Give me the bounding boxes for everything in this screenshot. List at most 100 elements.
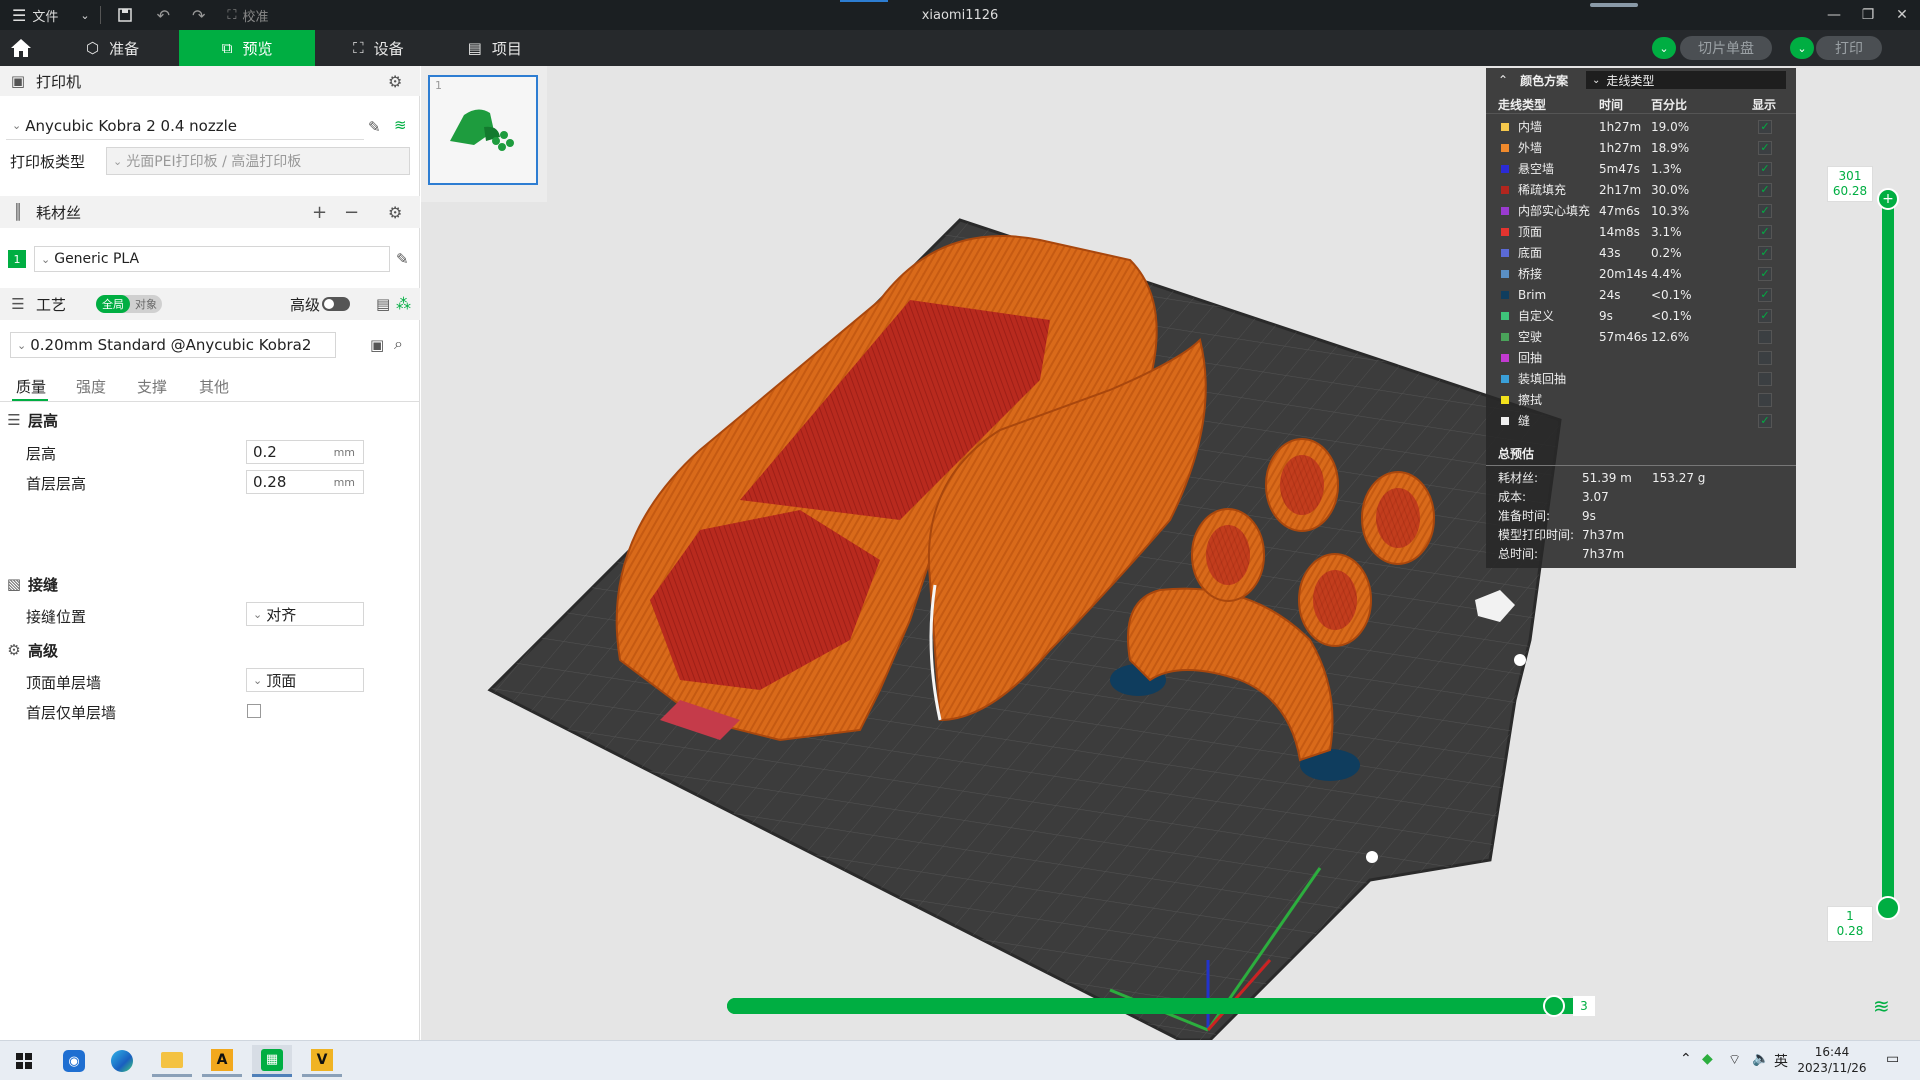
taskbar-app-panda[interactable]: ◉ <box>54 1045 94 1077</box>
legend-show-checkbox[interactable]: ✓ <box>1758 140 1772 155</box>
legend-show-checkbox[interactable]: ✓ <box>1758 245 1772 260</box>
tray-app-icon[interactable]: ◆ <box>1702 1051 1713 1067</box>
legend-show-checkbox[interactable] <box>1758 371 1772 386</box>
clock[interactable]: 16:44 2023/11/26 <box>1790 1044 1874 1076</box>
undo-icon[interactable]: ↶ <box>157 6 170 25</box>
legend-type-name: 缝 <box>1518 414 1531 428</box>
taskbar-app-explorer[interactable] <box>152 1045 192 1077</box>
slice-dropdown-button[interactable]: ⌄ <box>1652 37 1676 59</box>
subtab-strength[interactable]: 强度 <box>76 376 106 397</box>
file-menu[interactable]: ☰ 文件 ⌄ <box>12 6 90 25</box>
legend-show-checkbox[interactable]: ✓ <box>1758 119 1772 134</box>
compare-icon[interactable]: ⁂ <box>396 295 411 313</box>
legend-show-checkbox[interactable] <box>1758 329 1772 344</box>
legend-type-name: 空驶 <box>1518 330 1543 344</box>
taskbar-app-slicer[interactable]: ▦ <box>252 1045 292 1077</box>
legend-swatch <box>1501 185 1509 194</box>
global-object-toggle[interactable]: 全局 对象 <box>96 295 162 313</box>
tab-project[interactable]: ▤ 项目 <box>442 30 548 66</box>
subtab-other[interactable]: 其他 <box>199 376 229 397</box>
search-icon[interactable]: ⌕ <box>394 334 403 354</box>
move-slider[interactable] <box>727 998 1583 1014</box>
list-icon[interactable]: ▤ <box>376 295 390 313</box>
legend-show-checkbox[interactable] <box>1758 392 1772 407</box>
network-icon[interactable]: ⌔ <box>1728 1051 1741 1069</box>
taskbar-app-v[interactable]: V <box>302 1045 342 1077</box>
subtab-support[interactable]: 支撑 <box>137 376 167 397</box>
layer-height-input[interactable]: 0.2 mm <box>246 440 364 464</box>
save-icon[interactable] <box>117 7 133 23</box>
filament-section-header: ║ 耗材丝 + − ⚙ <box>0 196 420 228</box>
calibrate-menu[interactable]: ⛶ 校准 <box>227 6 268 25</box>
seam-position-select[interactable]: ⌄ 对齐 <box>246 602 364 626</box>
plus-icon[interactable]: + <box>312 202 327 223</box>
legend-show-checkbox[interactable]: ✓ <box>1758 224 1772 239</box>
process-profile-select[interactable]: ⌄ 0.20mm Standard @Anycubic Kobra2 <box>10 332 336 358</box>
tab-prepare[interactable]: ⬡ 准备 <box>46 30 179 66</box>
legend-show-checkbox[interactable] <box>1758 350 1772 365</box>
notification-icon[interactable]: ▭ <box>1886 1051 1899 1067</box>
bottom-layer-number: 1 <box>1846 909 1854 923</box>
gear-icon[interactable]: ⚙ <box>388 72 402 91</box>
chevron-down-icon: ⌄ <box>1797 41 1807 55</box>
plate-type-select[interactable]: ⌄ 光面PEI打印板 / 高温打印板 <box>106 147 410 175</box>
redo-icon[interactable]: ↷ <box>192 6 205 25</box>
print-button[interactable]: 打印 <box>1816 36 1882 60</box>
collapse-icon[interactable]: ⌃ <box>1498 73 1508 87</box>
restore-icon[interactable]: ❐ <box>1850 0 1886 30</box>
ime-indicator[interactable]: 英 <box>1774 1051 1788 1071</box>
legend-time: 20m14s <box>1599 266 1648 281</box>
home-button[interactable] <box>0 30 46 66</box>
legend-show-checkbox[interactable]: ✓ <box>1758 413 1772 428</box>
legend-show-checkbox[interactable]: ✓ <box>1758 308 1772 323</box>
summary-divider <box>1486 465 1796 466</box>
tray-chevron-icon[interactable]: ⌃ <box>1680 1051 1692 1067</box>
scheme-select[interactable]: ⌄ 走线类型 <box>1586 71 1786 89</box>
tab-device[interactable]: ⛶ 设备 <box>315 30 442 66</box>
print-dropdown-button[interactable]: ⌄ <box>1790 37 1814 59</box>
print-label: 打印 <box>1835 41 1863 57</box>
minimize-icon[interactable]: — <box>1816 0 1852 30</box>
legend-show-checkbox[interactable]: ✓ <box>1758 203 1772 218</box>
tab-device-label: 设备 <box>373 39 404 58</box>
legend-show-checkbox[interactable]: ✓ <box>1758 266 1772 281</box>
close-icon[interactable]: ✕ <box>1884 0 1920 30</box>
printer-select[interactable]: ⌄ Anycubic Kobra 2 0.4 nozzle <box>6 112 364 140</box>
edit-icon[interactable]: ✎ <box>368 118 381 136</box>
advanced-switch[interactable] <box>322 297 350 311</box>
subtab-quality[interactable]: 质量 <box>16 376 46 397</box>
save-profile-icon[interactable]: ▣ <box>370 336 384 354</box>
edit-icon[interactable]: ✎ <box>396 250 409 268</box>
toggle-global[interactable]: 全局 <box>96 295 130 313</box>
taskbar-app-edge[interactable] <box>102 1045 142 1077</box>
printer-name: Anycubic Kobra 2 0.4 nozzle <box>25 116 237 135</box>
legend-time: 5m47s <box>1599 161 1640 176</box>
legend-show-checkbox[interactable]: ✓ <box>1758 287 1772 302</box>
legend-show-checkbox[interactable]: ✓ <box>1758 182 1772 197</box>
tab-preview[interactable]: ⧉ 预览 <box>179 30 316 66</box>
start-button[interactable] <box>4 1045 44 1077</box>
minus-icon[interactable]: − <box>344 202 359 223</box>
first-layer-height-value: 0.28 <box>253 473 287 491</box>
first-layer-height-input[interactable]: 0.28 mm <box>246 470 364 494</box>
wifi-icon[interactable]: ≋ <box>394 116 407 134</box>
legend-header: ⌃ 颜色方案 ⌄ 走线类型 <box>1486 68 1796 92</box>
move-slider-thumb[interactable] <box>1543 995 1565 1017</box>
legend-show-checkbox[interactable]: ✓ <box>1758 161 1772 176</box>
layer-slider-track[interactable] <box>1882 198 1894 908</box>
volume-icon[interactable]: 🔈 <box>1752 1051 1769 1067</box>
taskbar-app-anycubic[interactable]: A <box>202 1045 242 1077</box>
top-single-wall-select[interactable]: ⌄ 顶面 <box>246 668 364 692</box>
slice-plate-button[interactable]: 切片单盘 <box>1680 36 1772 60</box>
toggle-object[interactable]: 对象 <box>130 295 162 313</box>
layer-slider-bottom-thumb[interactable] <box>1876 896 1900 920</box>
chevron-down-icon: ⌄ <box>41 252 51 266</box>
legend-time: 14m8s <box>1599 224 1640 239</box>
legend-type-name: 内墙 <box>1518 120 1543 134</box>
layer-slider-top-thumb[interactable]: + <box>1877 188 1899 210</box>
gear-icon[interactable]: ⚙ <box>388 203 402 222</box>
filament-name: Generic PLA <box>54 251 140 267</box>
layers-toggle-icon[interactable]: ≋ <box>1873 994 1890 1018</box>
first-single-wall-checkbox[interactable] <box>247 704 261 718</box>
filament-select[interactable]: ⌄ Generic PLA <box>34 246 390 272</box>
